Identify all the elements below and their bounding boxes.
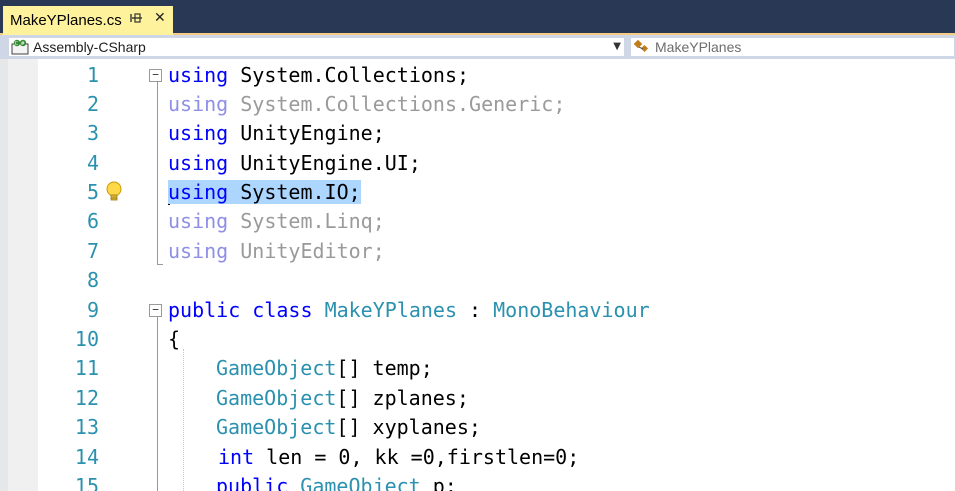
keyword: using xyxy=(168,63,229,87)
code-token: UnityEngine.UI; xyxy=(228,151,421,175)
line-number: 10 xyxy=(74,327,99,351)
code-text: public class MakeYPlanes : MonoBehaviour xyxy=(168,296,650,325)
code-token: UnityEditor; xyxy=(228,239,385,263)
code-token: : xyxy=(457,298,494,322)
type-name: GameObject xyxy=(300,474,421,491)
code-token: System.Linq; xyxy=(228,209,385,233)
line-number: 7 xyxy=(86,239,99,263)
code-text: using System.IO; xyxy=(168,178,361,207)
navigation-bar: C # Assembly-CSharp ▼ MakeYPlanes xyxy=(0,35,955,59)
base-class-name: MonoBehaviour xyxy=(493,298,650,322)
code-line: 10 { xyxy=(0,325,955,354)
code-line: 12 GameObject[] zplanes; xyxy=(0,384,955,413)
keyword: using xyxy=(168,180,229,204)
type-name: GameObject xyxy=(216,356,337,380)
code-token: System.Collections; xyxy=(228,63,470,87)
code-text: using UnityEditor; xyxy=(168,237,385,266)
type-dropdown[interactable]: MakeYPlanes xyxy=(630,37,955,57)
tab-label: MakeYPlanes.cs xyxy=(10,12,122,29)
code-line: 4 using UnityEngine.UI; xyxy=(0,149,955,178)
svg-text:C: C xyxy=(15,41,19,47)
code-line: 15 public GameObject p; xyxy=(0,472,955,491)
line-number: 5 xyxy=(86,180,99,204)
class-name: MakeYPlanes xyxy=(324,298,458,322)
code-line: 14 int len = 0, kk =0,firstlen=0; xyxy=(0,443,955,472)
code-token: [] xyplanes; xyxy=(336,415,481,439)
line-number: 3 xyxy=(86,121,99,145)
code-text: using UnityEngine.UI; xyxy=(168,149,421,178)
line-number: 4 xyxy=(86,151,99,175)
keyword: using xyxy=(168,121,229,145)
code-token: [] temp; xyxy=(336,356,433,380)
code-editor-window: MakeYPlanes.cs ✕ C # Assembly-CSharp ▼ M… xyxy=(0,0,955,491)
code-line: 6 using System.Linq; xyxy=(0,207,955,236)
code-token: len = 0, kk =0,firstlen=0; xyxy=(254,445,580,469)
close-tab-icon[interactable]: ✕ xyxy=(154,10,166,26)
code-line: 13 GameObject[] xyplanes; xyxy=(0,413,955,442)
code-token: p; xyxy=(420,474,457,491)
code-token: UnityEngine; xyxy=(228,121,385,145)
svg-text:#: # xyxy=(21,41,25,47)
code-token: System.IO; xyxy=(228,180,361,204)
keyword: public xyxy=(216,474,289,491)
type-name: GameObject xyxy=(216,415,337,439)
code-text: using System.Collections; xyxy=(168,61,469,90)
line-number: 1 xyxy=(86,63,99,87)
tab-makeyplanes[interactable]: MakeYPlanes.cs ✕ xyxy=(3,6,173,35)
code-text: using System.Collections.Generic; xyxy=(168,90,565,119)
keyword: int xyxy=(218,445,255,469)
csharp-project-icon: C # xyxy=(11,39,29,55)
keyword: class xyxy=(252,298,313,322)
line-number: 6 xyxy=(86,209,99,233)
code-line: 8 xyxy=(0,266,955,295)
line-number: 12 xyxy=(74,386,99,410)
keyword: using xyxy=(168,239,229,263)
code-line: 11 GameObject[] temp; xyxy=(0,354,955,383)
code-text-area[interactable]: 1 − using System.Collections; 2 using Sy… xyxy=(0,59,955,491)
code-line: 1 − using System.Collections; xyxy=(0,61,955,90)
line-number: 14 xyxy=(74,445,99,469)
code-text: GameObject[] zplanes; xyxy=(216,384,469,413)
code-line: 9 − public class MakeYPlanes : MonoBehav… xyxy=(0,296,955,325)
keyword: using xyxy=(168,209,229,233)
code-text: using System.Linq; xyxy=(168,207,385,236)
line-number: 8 xyxy=(86,268,99,292)
code-text: GameObject[] xyplanes; xyxy=(216,413,481,442)
code-text: int len = 0, kk =0,firstlen=0; xyxy=(218,443,579,472)
project-dropdown[interactable]: C # Assembly-CSharp ▼ xyxy=(8,37,625,57)
code-text: public GameObject p; xyxy=(216,472,457,491)
keyword: public xyxy=(168,298,241,322)
keyword: using xyxy=(168,151,229,175)
code-text: GameObject[] temp; xyxy=(216,354,433,383)
code-token: [] zplanes; xyxy=(336,386,469,410)
type-dropdown-value: MakeYPlanes xyxy=(655,39,742,55)
code-text: using UnityEngine; xyxy=(168,119,385,148)
code-line: 3 using UnityEngine; xyxy=(0,119,955,148)
lightbulb-icon[interactable] xyxy=(104,180,124,204)
line-number: 2 xyxy=(86,92,99,116)
collapse-toggle[interactable]: − xyxy=(149,69,162,82)
code-token: System.Collections.Generic; xyxy=(228,92,566,116)
code-text: { xyxy=(168,327,181,351)
pin-icon[interactable] xyxy=(130,11,146,27)
code-line-selected: 5 using System.IO; xyxy=(0,178,955,207)
line-number: 9 xyxy=(86,298,99,322)
code-line: 2 using System.Collections.Generic; xyxy=(0,90,955,119)
type-name: GameObject xyxy=(216,386,337,410)
class-icon xyxy=(633,39,651,55)
line-number: 11 xyxy=(74,356,99,380)
code-line: 7 using UnityEditor; xyxy=(0,237,955,266)
document-tab-strip: MakeYPlanes.cs ✕ xyxy=(0,0,955,35)
project-dropdown-value: Assembly-CSharp xyxy=(33,39,146,55)
keyword: using xyxy=(168,92,229,116)
collapse-toggle[interactable]: − xyxy=(149,304,162,317)
line-number: 13 xyxy=(74,415,99,439)
chevron-down-icon[interactable]: ▼ xyxy=(613,41,621,52)
line-number: 15 xyxy=(74,474,99,491)
